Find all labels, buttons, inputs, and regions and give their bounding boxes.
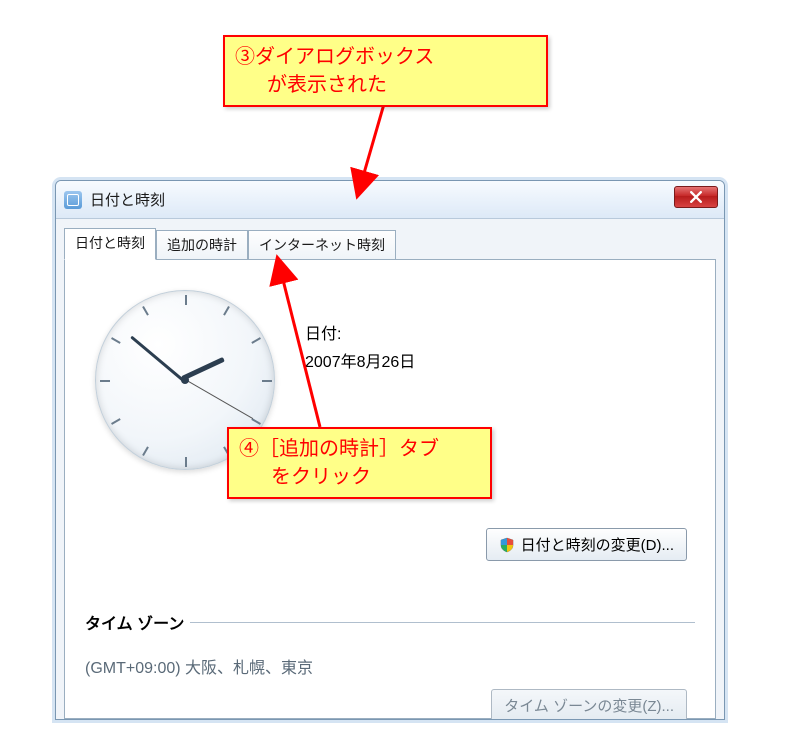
- callout-3-line2: が表示された: [235, 71, 536, 99]
- titlebar: 日付と時刻: [56, 181, 724, 219]
- clock-app-icon: [64, 191, 82, 209]
- uac-shield-icon: [499, 537, 515, 553]
- callout-3-line1: ③ダイアログボックス: [235, 43, 536, 71]
- timezone-value: (GMT+09:00) 大阪、札幌、東京: [85, 654, 695, 678]
- change-timezone-button[interactable]: タイム ゾーンの変更(Z)...: [491, 689, 687, 720]
- clock-second-hand: [185, 379, 253, 419]
- tab-date-time[interactable]: 日付と時刻: [64, 228, 156, 260]
- date-value: 2007年8月26日: [305, 348, 415, 372]
- tab-additional-clocks[interactable]: 追加の時計: [156, 230, 248, 261]
- timezone-title-text: タイム ゾーン: [85, 610, 184, 634]
- clock-minute-hand: [130, 336, 186, 383]
- timezone-section-title: タイム ゾーン: [85, 610, 695, 634]
- change-date-time-button[interactable]: 日付と時刻の変更(D)...: [486, 528, 687, 561]
- callout-3: ③ダイアログボックス が表示された: [223, 35, 548, 107]
- close-icon: [690, 191, 702, 203]
- close-button[interactable]: [674, 186, 718, 208]
- change-timezone-label: タイム ゾーンの変更(Z)...: [504, 698, 674, 715]
- clock-center-pin: [181, 376, 189, 384]
- window-title: 日付と時刻: [90, 189, 165, 210]
- date-label: 日付:: [305, 320, 415, 344]
- timezone-section: タイム ゾーン (GMT+09:00) 大阪、札幌、東京: [85, 610, 695, 678]
- callout-4-line2: をクリック: [239, 463, 480, 491]
- tab-strip: 日付と時刻 追加の時計 インターネット時刻: [56, 219, 724, 259]
- callout-4: ④［追加の時計］タブ をクリック: [227, 427, 492, 499]
- date-info: 日付: 2007年8月26日: [305, 320, 415, 372]
- tab-internet-time[interactable]: インターネット時刻: [248, 230, 396, 261]
- section-divider: [190, 622, 695, 623]
- change-date-time-label: 日付と時刻の変更(D)...: [521, 534, 674, 555]
- callout-4-line1: ④［追加の時計］タブ: [239, 435, 480, 463]
